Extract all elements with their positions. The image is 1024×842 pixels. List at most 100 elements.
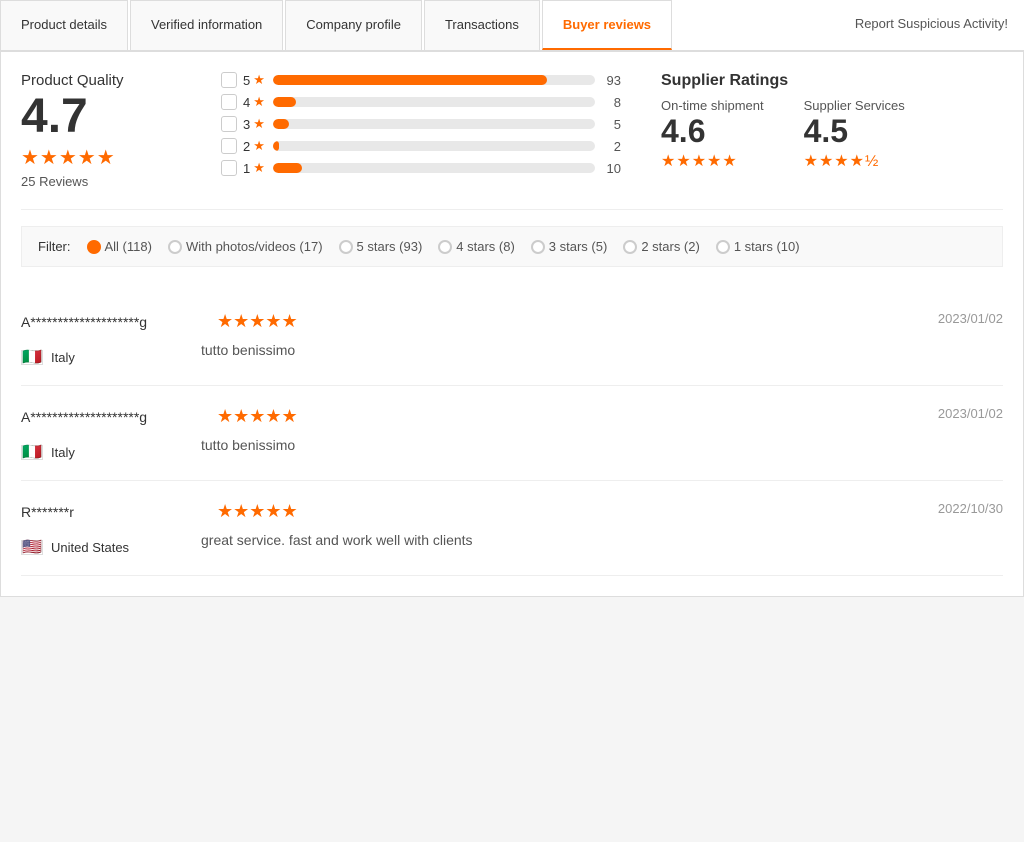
product-quality-panel: Product Quality 4.7 ★★★★★ 25 Reviews: [21, 72, 181, 189]
bar-fill-1: [273, 163, 302, 173]
bar-checkbox-5[interactable]: [221, 72, 237, 88]
filter-label-all: All (118): [105, 239, 152, 254]
bar-count-1: 10: [601, 161, 621, 176]
radio-photos[interactable]: [168, 240, 182, 254]
bar-row-1[interactable]: 1 ★ 10: [221, 160, 621, 176]
filter-label-3stars: 3 stars (5): [549, 239, 608, 254]
radio-5stars[interactable]: [339, 240, 353, 254]
bar-row-2[interactable]: 2 ★ 2: [221, 138, 621, 154]
bar-star-label-5: 5 ★: [243, 72, 267, 88]
review-stars-2: ★★★★★: [217, 501, 298, 522]
bar-row-4[interactable]: 4 ★ 8: [221, 94, 621, 110]
supplier-services-label: Supplier Services: [804, 98, 905, 113]
review-text-2: great service. fast and work well with c…: [201, 532, 1003, 548]
supplier-services-score: 4.5: [804, 115, 905, 147]
filter-option-1stars[interactable]: 1 stars (10): [716, 239, 800, 254]
review-date-2: 2022/10/30: [938, 501, 1003, 516]
review-item-2: R*******r ★★★★★ 2022/10/30 🇺🇸 United Sta…: [21, 481, 1003, 576]
filter-bar: Filter: All (118) With photos/videos (17…: [21, 226, 1003, 267]
tab-product-details[interactable]: Product details: [0, 0, 128, 50]
country-flag-0: 🇮🇹: [21, 350, 43, 365]
bar-star-label-4: 4 ★: [243, 94, 267, 110]
country-flag-1: 🇮🇹: [21, 445, 43, 460]
supplier-ratings-title: Supplier Ratings: [661, 72, 961, 90]
review-right-1: tutto benissimo: [201, 437, 1003, 460]
star-bar-chart: 5 ★ 93 4 ★ 8 3 ★ 5 2 ★ 2: [221, 72, 621, 189]
supplier-ratings-panel: Supplier Ratings On-time shipment 4.6 ★★…: [661, 72, 961, 189]
bar-checkbox-1[interactable]: [221, 160, 237, 176]
bar-track-1: [273, 163, 595, 173]
review-text-1: tutto benissimo: [201, 437, 1003, 453]
radio-4stars[interactable]: [438, 240, 452, 254]
review-header-0: A********************g ★★★★★ 2023/01/02: [21, 311, 1003, 332]
tab-buyer-reviews[interactable]: Buyer reviews: [542, 0, 672, 50]
tabs-container: Product details Verified information Com…: [0, 0, 1024, 51]
bar-star-label-2: 2 ★: [243, 138, 267, 154]
review-date-1: 2023/01/02: [938, 406, 1003, 421]
filter-option-photos[interactable]: With photos/videos (17): [168, 239, 323, 254]
review-left-0: 🇮🇹 Italy: [21, 342, 201, 365]
bar-fill-4: [273, 97, 296, 107]
on-time-label: On-time shipment: [661, 98, 764, 113]
radio-3stars[interactable]: [531, 240, 545, 254]
bar-count-2: 2: [601, 139, 621, 154]
filter-option-4stars[interactable]: 4 stars (8): [438, 239, 515, 254]
bar-count-3: 5: [601, 117, 621, 132]
tab-company-profile[interactable]: Company profile: [285, 0, 422, 50]
review-body-2: 🇺🇸 United States great service. fast and…: [21, 532, 1003, 555]
report-suspicious-button[interactable]: Report Suspicious Activity!: [839, 0, 1024, 50]
tab-transactions[interactable]: Transactions: [424, 0, 540, 50]
country-flag-2: 🇺🇸: [21, 540, 43, 555]
on-time-stars: ★★★★★: [661, 151, 764, 171]
review-header-2: R*******r ★★★★★ 2022/10/30: [21, 501, 1003, 522]
product-quality-score: 4.7: [21, 93, 181, 141]
product-quality-title: Product Quality: [21, 72, 181, 89]
bar-track-4: [273, 97, 595, 107]
radio-2stars[interactable]: [623, 240, 637, 254]
review-item-1: A********************g ★★★★★ 2023/01/02 …: [21, 386, 1003, 481]
filter-label-1stars: 1 stars (10): [734, 239, 800, 254]
bar-count-4: 8: [601, 95, 621, 110]
review-country-1: 🇮🇹 Italy: [21, 445, 201, 460]
bar-checkbox-4[interactable]: [221, 94, 237, 110]
bar-track-5: [273, 75, 595, 85]
bar-row-5[interactable]: 5 ★ 93: [221, 72, 621, 88]
filter-option-all[interactable]: All (118): [87, 239, 152, 254]
review-country-0: 🇮🇹 Italy: [21, 350, 201, 365]
review-item-0: A********************g ★★★★★ 2023/01/02 …: [21, 291, 1003, 386]
bar-checkbox-3[interactable]: [221, 116, 237, 132]
filter-label-4stars: 4 stars (8): [456, 239, 515, 254]
filter-option-2stars[interactable]: 2 stars (2): [623, 239, 700, 254]
filter-label-2stars: 2 stars (2): [641, 239, 700, 254]
bar-checkbox-2[interactable]: [221, 138, 237, 154]
review-stars-1: ★★★★★: [217, 406, 298, 427]
review-body-0: 🇮🇹 Italy tutto benissimo: [21, 342, 1003, 365]
review-text-0: tutto benissimo: [201, 342, 1003, 358]
country-name-1: Italy: [51, 445, 75, 460]
review-stars-0: ★★★★★: [217, 311, 298, 332]
product-quality-stars: ★★★★★: [21, 145, 181, 170]
ratings-section: Product Quality 4.7 ★★★★★ 25 Reviews 5 ★…: [21, 72, 1003, 210]
radio-1stars[interactable]: [716, 240, 730, 254]
tab-verified-information[interactable]: Verified information: [130, 0, 283, 50]
review-left-1: 🇮🇹 Italy: [21, 437, 201, 460]
filter-label-photos: With photos/videos (17): [186, 239, 323, 254]
filter-label-5stars: 5 stars (93): [357, 239, 423, 254]
bar-track-3: [273, 119, 595, 129]
reviewer-name-0: A********************g: [21, 314, 201, 330]
reviewer-info-2: R*******r ★★★★★: [21, 501, 298, 522]
bar-star-label-3: 3 ★: [243, 116, 267, 132]
radio-all[interactable]: [87, 240, 101, 254]
filter-option-5stars[interactable]: 5 stars (93): [339, 239, 423, 254]
review-body-1: 🇮🇹 Italy tutto benissimo: [21, 437, 1003, 460]
review-country-2: 🇺🇸 United States: [21, 540, 201, 555]
country-name-0: Italy: [51, 350, 75, 365]
bar-row-3[interactable]: 3 ★ 5: [221, 116, 621, 132]
filter-label: Filter:: [38, 239, 71, 254]
bar-count-5: 93: [601, 73, 621, 88]
reviewer-name-2: R*******r: [21, 504, 201, 520]
filter-option-3stars[interactable]: 3 stars (5): [531, 239, 608, 254]
review-right-2: great service. fast and work well with c…: [201, 532, 1003, 555]
on-time-score: 4.6: [661, 115, 764, 147]
reviewer-name-1: A********************g: [21, 409, 201, 425]
